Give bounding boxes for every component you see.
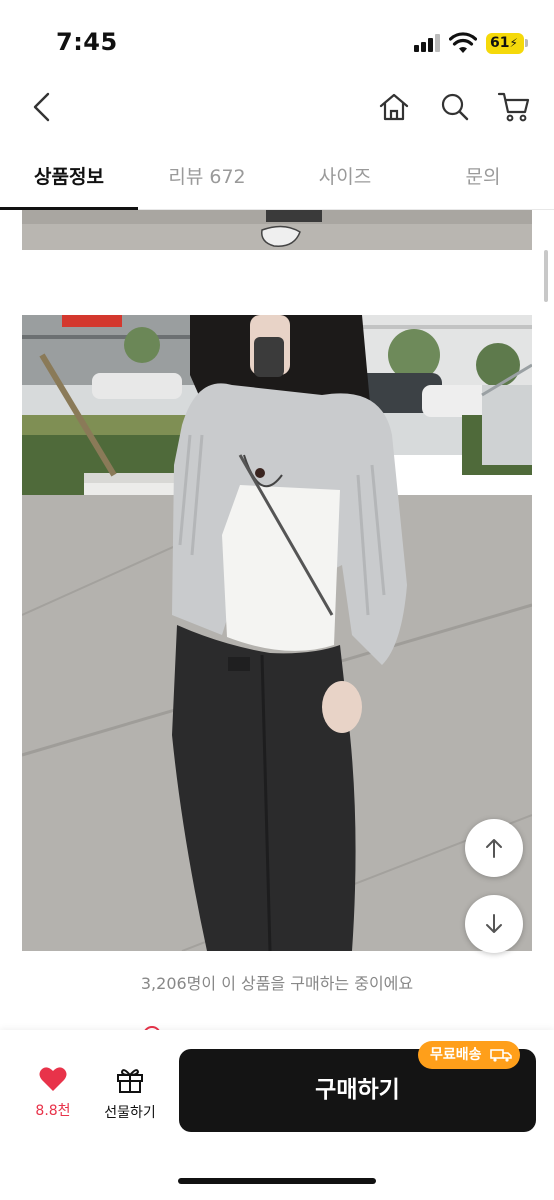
wifi-icon (449, 32, 477, 53)
free-shipping-badge: 무료배송 (418, 1041, 521, 1069)
product-image-previous (22, 210, 532, 250)
product-photo (22, 315, 532, 951)
status-time: 7:45 (56, 28, 118, 56)
battery-level: 61 (490, 35, 510, 51)
battery-tip (525, 39, 528, 47)
chevron-left-icon[interactable] (28, 92, 54, 122)
purchase-notice: 3,206명이 이 상품을 구매하는 중이에요 (140, 974, 414, 993)
tab-size[interactable]: 사이즈 (276, 162, 414, 189)
free-shipping-label: 무료배송 (430, 1047, 482, 1063)
home-indicator (178, 1178, 376, 1184)
home-icon[interactable] (378, 92, 410, 122)
gift-icon (117, 1069, 143, 1093)
bottom-action-bar: 8.8천 선물하기 구매하기 무료배송 (0, 1030, 554, 1200)
scrollbar[interactable] (544, 250, 548, 302)
charging-bolt-icon: ⚡ (509, 36, 518, 50)
product-tabs: 상품정보 리뷰 672 사이즈 문의 (0, 148, 554, 210)
tab-inquiry[interactable]: 문의 (414, 162, 552, 189)
cart-icon[interactable] (497, 91, 531, 123)
gift-button[interactable]: 선물하기 (96, 1066, 164, 1122)
nav-bar (0, 80, 554, 136)
arrow-up-icon (486, 839, 502, 858)
arrow-down-icon (486, 914, 502, 933)
scroll-up-button[interactable] (465, 819, 523, 877)
tab-product-info[interactable]: 상품정보 (0, 162, 138, 189)
heart-icon (39, 1067, 67, 1091)
status-bar: 7:45 61⚡ (0, 0, 554, 80)
gift-label: 선물하기 (104, 1105, 156, 1121)
tab-reviews[interactable]: 리뷰 672 (138, 162, 276, 189)
battery-indicator: 61⚡ (486, 33, 524, 54)
truck-icon (490, 1049, 513, 1062)
scroll-down-button[interactable] (465, 895, 523, 953)
search-icon[interactable] (440, 92, 470, 122)
like-button[interactable]: 8.8천 (26, 1066, 80, 1120)
like-count: 8.8천 (35, 1103, 71, 1119)
cellular-signal-icon (414, 34, 440, 52)
